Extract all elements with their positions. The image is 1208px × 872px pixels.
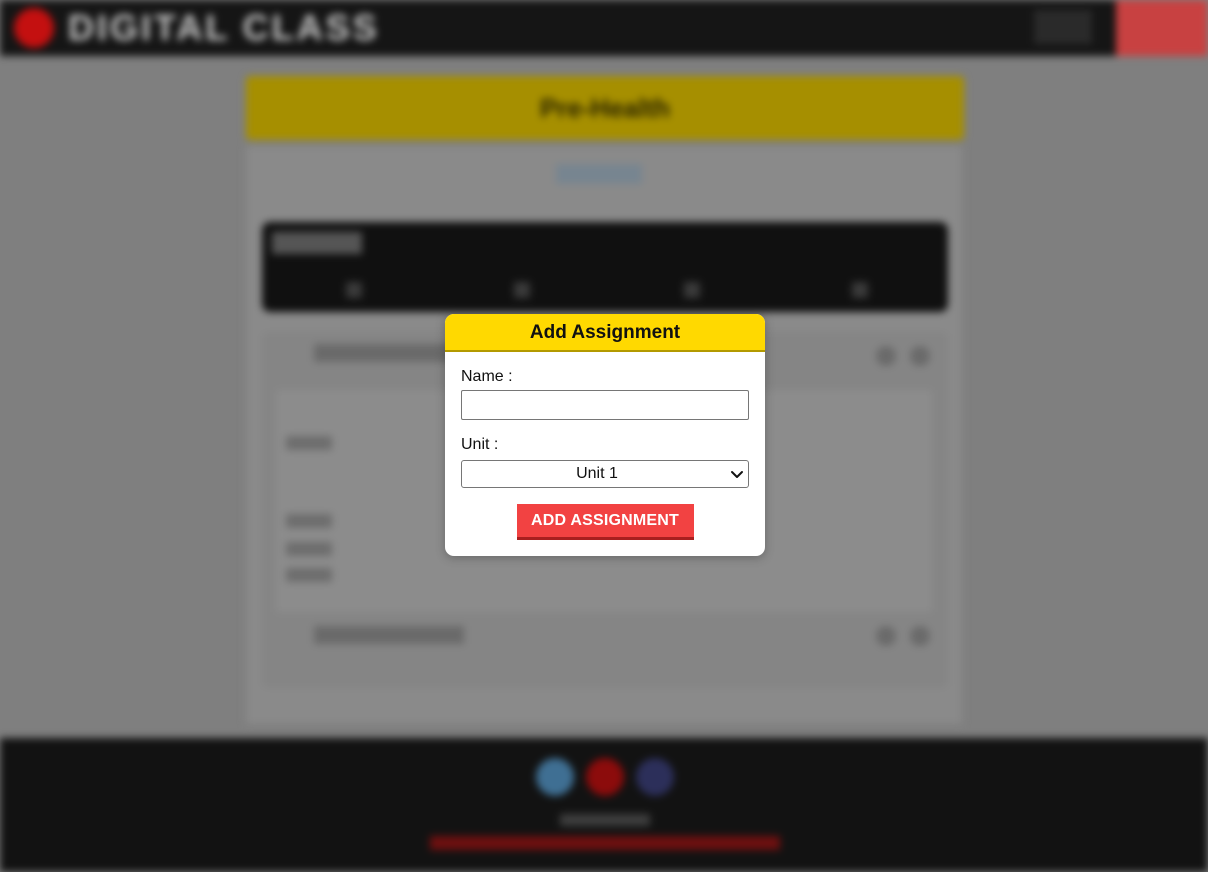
name-input[interactable] — [461, 390, 749, 420]
chevron-down-icon — [731, 471, 743, 478]
list-section-header[interactable] — [314, 626, 464, 644]
logo-text: DIGITAL CLASSROOM — [68, 8, 378, 48]
delete-icon[interactable] — [910, 626, 930, 646]
unit-select-value: Unit 1 — [576, 465, 618, 482]
edit-icon[interactable] — [876, 346, 896, 366]
unit-label: Unit : — [461, 436, 499, 453]
modal-title: Add Assignment — [445, 314, 765, 352]
page-link[interactable] — [556, 164, 642, 184]
delete-icon[interactable] — [910, 346, 930, 366]
user-menu[interactable] — [1034, 10, 1092, 44]
add-assignment-button[interactable]: ADD ASSIGNMENT — [516, 504, 694, 540]
page-title: Pre-Health — [539, 93, 671, 123]
list-section-header[interactable] — [314, 344, 464, 362]
list-item — [286, 568, 332, 582]
add-assignment-modal: Add Assignment Name : Unit : Unit 1 ADD … — [445, 314, 765, 556]
unit-panel — [262, 222, 948, 312]
unit-select[interactable]: Unit 1 — [461, 460, 749, 488]
list-item — [286, 436, 332, 450]
top-navbar: DIGITAL CLASSROOM — [0, 0, 1208, 56]
unit-panel-icon[interactable] — [852, 282, 868, 298]
footer-copyright — [560, 814, 650, 826]
modal-body: Name : Unit : Unit 1 ADD ASSIGNMENT — [445, 368, 765, 540]
footer-links[interactable] — [430, 836, 780, 850]
unit-panel-label — [272, 232, 362, 254]
unit-panel-icon[interactable] — [684, 282, 700, 298]
logo-icon — [14, 8, 54, 48]
facebook-icon[interactable] — [636, 758, 674, 796]
unit-panel-icon[interactable] — [346, 282, 362, 298]
unit-panel-icon[interactable] — [514, 282, 530, 298]
edit-icon[interactable] — [876, 626, 896, 646]
twitter-icon[interactable] — [536, 758, 574, 796]
name-label: Name : — [461, 368, 513, 385]
page-header-band: Pre-Health — [246, 76, 964, 140]
list-item — [286, 514, 332, 528]
youtube-icon[interactable] — [586, 758, 624, 796]
list-item — [286, 542, 332, 556]
logout-button[interactable] — [1116, 0, 1208, 56]
